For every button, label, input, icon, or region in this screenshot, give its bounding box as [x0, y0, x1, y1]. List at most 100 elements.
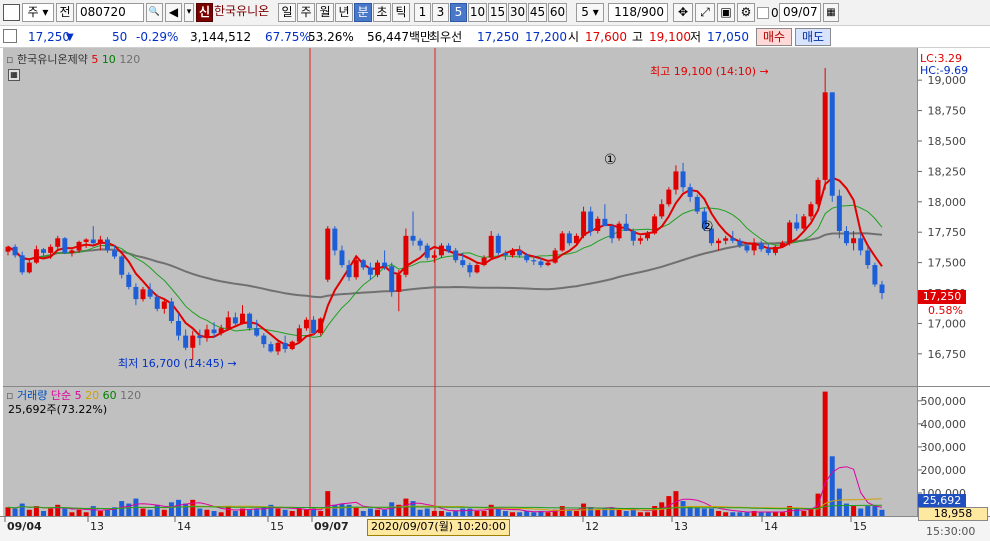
count-field[interactable]: 118/900 [608, 3, 668, 22]
code-input[interactable]: 080720 [76, 3, 144, 22]
candle-body [588, 211, 594, 231]
period-tab-1[interactable]: 주 [297, 3, 315, 22]
date-field[interactable]: 09/07 [779, 3, 821, 22]
volume-bar [701, 508, 707, 516]
gear-icon[interactable]: ⚙ [737, 3, 755, 22]
volume-tick-label: 400,000 [921, 418, 967, 431]
minute-btn-5[interactable]: 5 [450, 3, 467, 22]
candle-body [581, 211, 587, 236]
candle-body [467, 265, 473, 273]
calculator-icon[interactable]: ▦ [8, 69, 20, 81]
window-icon[interactable] [3, 4, 20, 21]
candle-body [48, 246, 54, 253]
candle-body [794, 222, 800, 229]
crosshair-icon[interactable]: ✥ [673, 3, 693, 22]
volume-bar [801, 511, 807, 516]
candle-body [524, 255, 530, 261]
volume-bar [460, 508, 466, 516]
minute-btn-60[interactable]: 60 [548, 3, 567, 22]
minute-btn-10[interactable]: 10 [468, 3, 487, 22]
candle-body [410, 235, 416, 241]
candle-body [133, 286, 139, 300]
volume-bar [375, 509, 380, 516]
period-tab-2[interactable]: 월 [316, 3, 334, 22]
candle-body [154, 296, 160, 309]
volume-bar [616, 509, 622, 516]
panel-square-icon: ▫ [6, 53, 14, 66]
candle-body [538, 261, 544, 266]
volume-bar [275, 508, 281, 516]
candle-body [822, 92, 828, 180]
minute-select[interactable]: 5 ▾ [576, 3, 604, 22]
candle-body [566, 233, 572, 244]
period-tab-6[interactable]: 틱 [392, 3, 410, 22]
ma5-legend: 5 [91, 53, 99, 66]
open-price: 17,600 [585, 30, 627, 44]
candle-body [652, 216, 658, 234]
chart-area[interactable]: 16,750 17,000 17,250 17,500 17,750 18,000 18,2… [0, 48, 990, 541]
prev-button[interactable]: 전 [56, 3, 74, 22]
candle-body [147, 289, 153, 297]
current-price-tag: 17,250 [918, 290, 966, 304]
save-icon[interactable]: ▣ [717, 3, 735, 22]
volume-bar [69, 512, 75, 516]
minute-btn-30[interactable]: 30 [508, 3, 527, 22]
draw-line-icon[interactable]: ⤢ [695, 3, 715, 22]
price-change: 50 [112, 30, 128, 44]
volume-bar [289, 511, 295, 516]
volume-bar [872, 506, 878, 516]
candle-body [282, 342, 288, 349]
volume-bar [417, 509, 423, 516]
volume-bar [829, 456, 835, 516]
low-annotation: 최저 16,700 (14:45) → [118, 357, 237, 370]
date-checkbox[interactable] [757, 7, 769, 19]
volume-bar [488, 504, 494, 516]
period-tab-0[interactable]: 일 [278, 3, 296, 22]
minute-btn-3[interactable]: 3 [432, 3, 449, 22]
candle-body [218, 328, 224, 334]
calendar-icon[interactable]: ▦ [823, 3, 839, 22]
minute-btn-45[interactable]: 45 [528, 3, 547, 22]
volume-tick-label: 200,000 [921, 464, 967, 477]
volume-bar [168, 502, 174, 516]
volume-bar [55, 504, 61, 516]
period-tab-5[interactable]: 초 [373, 3, 391, 22]
dropdown-icon[interactable]: ▾ [184, 3, 194, 22]
volume-bar [772, 512, 778, 516]
minute-btn-15[interactable]: 15 [488, 3, 507, 22]
volume-tick-label: 300,000 [921, 441, 967, 454]
stock-name: 한국유니온 [214, 4, 270, 18]
link-icon[interactable] [3, 29, 17, 43]
period-tab-3[interactable]: 년 [335, 3, 353, 22]
buy-button[interactable]: 매수 [756, 28, 792, 46]
x-axis-label: 15 [853, 520, 867, 533]
market-select[interactable]: 주 ▾ [22, 3, 54, 22]
minute-btn-1[interactable]: 1 [414, 3, 431, 22]
volume-bar [282, 509, 288, 516]
sell-button[interactable]: 매도 [795, 28, 831, 46]
volume-bar [723, 512, 729, 516]
volume-bar [446, 512, 452, 516]
candle-body [495, 235, 501, 253]
candle-body [758, 243, 764, 250]
candle-body [531, 260, 537, 262]
speaker-icon[interactable]: ◀ [165, 3, 182, 22]
volume-bar [545, 512, 551, 516]
candle-body [808, 204, 814, 217]
candle-body [765, 249, 771, 253]
change-percent: -0.29% [136, 30, 179, 44]
candle-body [438, 245, 444, 256]
volume-panel-title: ▫ 거래량 단순 5 20 60 120 [6, 389, 141, 402]
market-value: 주 [27, 5, 39, 19]
period-tab-4[interactable]: 분 [354, 3, 372, 22]
candle-body [69, 250, 75, 253]
search-icon[interactable]: 🔍 [146, 3, 163, 22]
price-tick-label: 18,250 [928, 165, 967, 178]
volume-bar [90, 506, 96, 516]
volume-bar [147, 509, 153, 516]
volume-tick-label: 500,000 [921, 395, 967, 408]
candle-body [730, 238, 736, 241]
x-axis-label: 14 [177, 520, 191, 533]
volume-bar [623, 511, 629, 516]
volume-bar [453, 511, 459, 516]
